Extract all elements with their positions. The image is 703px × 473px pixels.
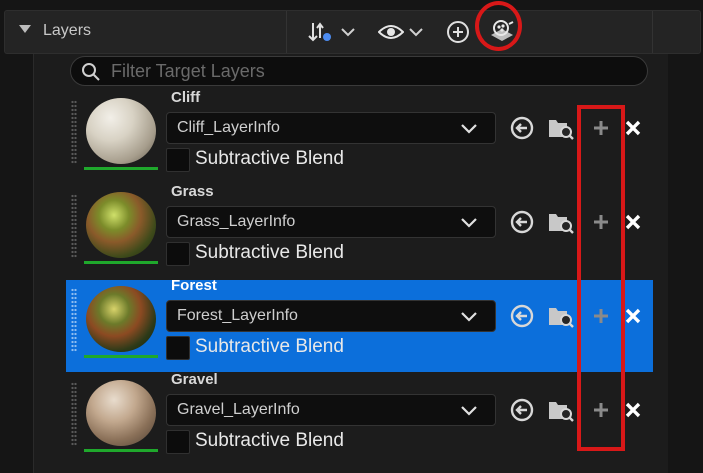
layer-info-combo[interactable]: Cliff_LayerInfo (166, 112, 496, 144)
chevron-down-icon[interactable] (339, 19, 357, 45)
layers-header[interactable]: Layers (4, 10, 701, 54)
chevron-down-icon[interactable] (407, 19, 425, 45)
subtractive-blend-checkbox[interactable] (166, 148, 190, 172)
delete-icon[interactable] (622, 115, 644, 141)
subtractive-blend-checkbox[interactable] (166, 242, 190, 266)
delete-icon[interactable] (622, 209, 644, 235)
layer-info-value: Forest_LayerInfo (177, 307, 298, 324)
highlight-box (577, 105, 625, 451)
layer-info-combo[interactable]: Gravel_LayerInfo (166, 394, 496, 426)
highlight-circle (475, 1, 522, 51)
sort-filter-icon[interactable] (305, 19, 335, 45)
subtractive-blend-label: Subtractive Blend (195, 336, 344, 357)
subtractive-blend-label: Subtractive Blend (195, 148, 344, 169)
panel-title: Layers (43, 22, 92, 39)
chevron-down-icon (461, 216, 477, 234)
use-selected-icon[interactable] (508, 209, 536, 235)
subtractive-blend-checkbox[interactable] (166, 336, 190, 360)
layer-info-combo[interactable]: Grass_LayerInfo (166, 206, 496, 238)
layer-thumbnail (86, 286, 156, 352)
layer-thumbnail (86, 98, 156, 164)
layer-info-value: Gravel_LayerInfo (177, 401, 300, 418)
add-circle-icon[interactable] (445, 19, 471, 45)
layer-name: Cliff (171, 89, 201, 106)
delete-icon[interactable] (622, 397, 644, 423)
search-icon (81, 62, 101, 87)
layer-name: Forest (171, 277, 217, 294)
layer-info-value: Grass_LayerInfo (177, 213, 296, 230)
layer-info-value: Cliff_LayerInfo (177, 119, 280, 136)
subtractive-blend-checkbox[interactable] (166, 430, 190, 454)
search-input[interactable]: Filter Target Layers (70, 56, 648, 86)
search-placeholder: Filter Target Layers (111, 61, 265, 81)
drag-handle-icon[interactable] (71, 288, 77, 352)
layer-thumbnail (86, 192, 156, 258)
use-selected-icon[interactable] (508, 397, 536, 423)
use-selected-icon[interactable] (508, 115, 536, 141)
weight-bar (84, 449, 158, 452)
delete-icon[interactable] (622, 303, 644, 329)
drag-handle-icon[interactable] (71, 194, 77, 258)
layer-name: Grass (171, 183, 214, 200)
drag-handle-icon[interactable] (71, 100, 77, 164)
browse-asset-icon[interactable] (546, 303, 576, 329)
chevron-down-icon (461, 310, 477, 328)
browse-asset-icon[interactable] (546, 209, 576, 235)
header-divider (652, 11, 653, 53)
eye-icon[interactable] (377, 19, 405, 45)
layer-info-combo[interactable]: Forest_LayerInfo (166, 300, 496, 332)
layer-row[interactable]: Cliff Cliff_LayerInfo Subtractive Blend (66, 89, 653, 184)
collapse-arrow-icon[interactable] (19, 25, 31, 33)
layer-row[interactable]: Forest Forest_LayerInfo Subtractive Blen… (66, 277, 653, 372)
weight-bar (84, 355, 158, 358)
weight-bar (84, 261, 158, 264)
browse-asset-icon[interactable] (546, 115, 576, 141)
layer-thumbnail (86, 380, 156, 446)
drag-handle-icon[interactable] (71, 382, 77, 446)
subtractive-blend-label: Subtractive Blend (195, 242, 344, 263)
use-selected-icon[interactable] (508, 303, 536, 329)
layer-name: Gravel (171, 371, 218, 388)
layer-row[interactable]: Grass Grass_LayerInfo Subtractive Blend (66, 183, 653, 278)
browse-asset-icon[interactable] (546, 397, 576, 423)
chevron-down-icon (461, 122, 477, 140)
header-divider (286, 11, 287, 53)
layer-row[interactable]: Gravel Gravel_LayerInfo Subtractive Blen… (66, 371, 653, 466)
subtractive-blend-label: Subtractive Blend (195, 430, 344, 451)
chevron-down-icon (461, 404, 477, 422)
weight-bar (84, 167, 158, 170)
